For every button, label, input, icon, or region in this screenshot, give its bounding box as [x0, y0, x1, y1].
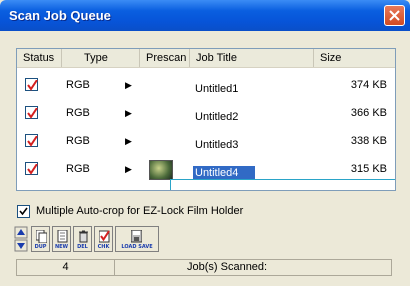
scan-job-queue-window: Scan Job Queue Status Type Prescan Job T… — [0, 0, 410, 286]
job-status-checkbox[interactable] — [25, 134, 38, 147]
job-type: RGB — [66, 107, 90, 119]
prescan-thumbnail[interactable] — [149, 160, 173, 180]
title-bar[interactable]: Scan Job Queue — [0, 0, 410, 31]
job-size: 366 KB — [350, 107, 387, 119]
job-type: RGB — [66, 79, 90, 91]
column-header-prescan[interactable]: Prescan — [140, 49, 190, 67]
load-save-button[interactable]: LOAD SAVE — [115, 226, 159, 252]
delete-label: DEL — [77, 244, 88, 250]
delete-button[interactable]: DEL — [73, 226, 92, 252]
checkmark-icon — [19, 207, 28, 216]
close-icon — [389, 10, 400, 21]
job-status-checkbox[interactable] — [25, 78, 38, 91]
job-row[interactable]: RGB ▶ Untitled2 366 KB — [17, 99, 395, 127]
column-header-job-title[interactable]: Job Title — [190, 49, 314, 67]
expand-arrow-icon[interactable]: ▶ — [125, 136, 132, 147]
up-down-arrows-icon — [14, 226, 28, 252]
job-type: RGB — [66, 135, 90, 147]
job-row[interactable]: RGB ▶ Untitled1 374 KB — [17, 71, 395, 99]
job-size: 374 KB — [350, 79, 387, 91]
status-bar: 4 Job(s) Scanned: — [16, 259, 392, 276]
job-type: RGB — [66, 163, 90, 175]
floppy-disk-icon — [131, 230, 142, 243]
job-status-checkbox[interactable] — [25, 106, 38, 119]
duplicate-button[interactable]: DUP — [31, 226, 50, 252]
job-size: 338 KB — [350, 135, 387, 147]
expand-arrow-icon[interactable]: ▶ — [125, 80, 132, 91]
column-header-size[interactable]: Size — [314, 49, 395, 67]
new-document-icon — [57, 230, 68, 243]
checkmark-icon — [27, 136, 38, 147]
load-save-label: LOAD SAVE — [121, 244, 153, 250]
job-size: 315 KB — [350, 163, 387, 175]
scanned-count: 4 — [17, 260, 115, 275]
checkmark-icon — [27, 80, 38, 91]
job-title[interactable]: Untitled2 — [193, 110, 240, 124]
new-label: NEW — [54, 244, 69, 250]
job-row[interactable]: RGB ▶ Untitled3 338 KB — [17, 127, 395, 155]
status-message: Job(s) Scanned: — [187, 261, 268, 273]
close-button[interactable] — [384, 5, 405, 26]
window-title: Scan Job Queue — [9, 8, 111, 23]
job-status-checkbox[interactable] — [25, 162, 38, 175]
trash-icon — [79, 230, 88, 243]
duplicate-icon — [36, 230, 47, 243]
job-title[interactable]: Untitled1 — [193, 82, 240, 96]
checkmark-icon — [27, 108, 38, 119]
check-button[interactable]: CHK — [94, 226, 113, 252]
column-header-status[interactable]: Status — [17, 49, 62, 67]
checkmark-icon — [27, 164, 38, 175]
expand-arrow-icon[interactable]: ▶ — [125, 108, 132, 119]
list-header: Status Type Prescan Job Title Size — [17, 49, 395, 68]
duplicate-label: DUP — [34, 244, 47, 250]
auto-crop-label: Multiple Auto-crop for EZ-Lock Film Hold… — [36, 205, 244, 217]
column-header-type[interactable]: Type — [62, 49, 140, 67]
new-button[interactable]: NEW — [52, 226, 71, 252]
check-icon — [99, 230, 110, 243]
move-up-down-buttons[interactable] — [14, 226, 28, 252]
job-list[interactable]: Status Type Prescan Job Title Size RGB ▶ U… — [16, 48, 396, 191]
auto-crop-checkbox[interactable] — [17, 205, 30, 218]
expand-arrow-icon[interactable]: ▶ — [125, 164, 132, 175]
job-title[interactable]: Untitled4 — [193, 166, 255, 180]
job-title[interactable]: Untitled3 — [193, 138, 240, 152]
drag-connector-line — [170, 179, 395, 190]
check-label: CHK — [97, 244, 110, 250]
